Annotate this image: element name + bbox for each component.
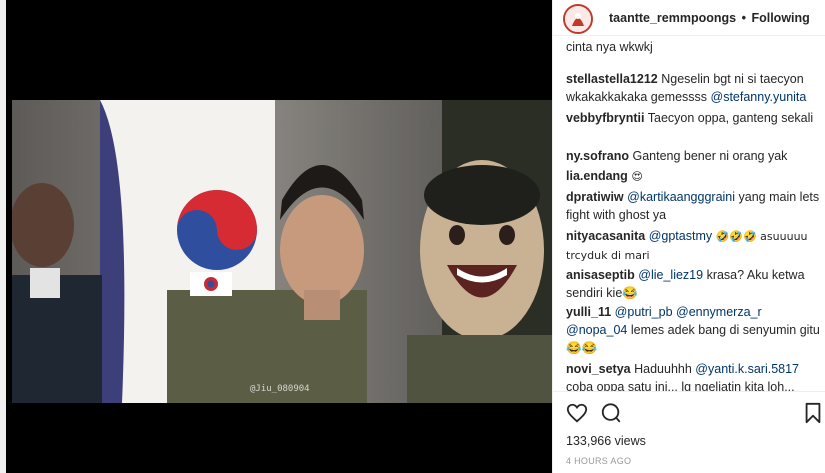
comment-text: 😍 <box>631 170 643 183</box>
comment-text: Ganteng bener ni orang yak <box>632 149 788 163</box>
comment-username[interactable]: yulli_11 <box>566 305 611 319</box>
post-panel: taantte_remmpoongs • Following cinta nya… <box>552 0 825 473</box>
avatar[interactable] <box>563 4 593 34</box>
comment-text-continued: coba oppa satu ini... lg ngeliatin kita … <box>566 380 795 391</box>
media-area: @Jiu_080904 <box>0 0 558 473</box>
avatar-image <box>565 6 591 32</box>
post-header: taantte_remmpoongs • Following <box>553 0 825 36</box>
comment-username[interactable]: vebbyfbryntii <box>566 111 645 125</box>
comment-mention[interactable]: @lie_liez19 <box>638 268 703 282</box>
view-count[interactable]: 133,966 views <box>566 434 646 448</box>
comment-text: Haduuhhh <box>634 362 692 376</box>
comment: nityacasanita @gptastmy 🤣🤣🤣 asuuuuu trcy… <box>566 227 821 265</box>
comment-username[interactable]: anisaseptib <box>566 268 635 282</box>
comment-icon[interactable] <box>600 402 622 427</box>
comment: ny.sofrano Ganteng bener ni orang yak <box>566 147 821 165</box>
comment-username[interactable]: nityacasanita <box>566 229 645 243</box>
comment-username[interactable]: stellastella1212 <box>566 72 658 86</box>
comment-username[interactable]: lia.endang <box>566 169 628 183</box>
video-player[interactable]: @Jiu_080904 <box>12 100 558 403</box>
video-watermark: @Jiu_080904 <box>250 384 310 394</box>
bookmark-icon[interactable] <box>804 402 822 427</box>
comment-mention[interactable]: @stefanny.yunita <box>711 90 807 104</box>
comment-mention[interactable]: @gptastmy <box>649 229 712 243</box>
comment: cinta nya wkwkj <box>566 38 653 56</box>
video-frame <box>12 100 558 403</box>
comment: yulli_11 @putri_pb @ennymerza_r @nopa_04… <box>566 303 821 357</box>
comment: lia.endang 😍 <box>566 167 821 186</box>
comment: dpratiwiw @kartikaangggraini yang main l… <box>566 188 821 224</box>
heart-icon[interactable] <box>566 402 588 427</box>
comment: vebbyfbryntii Taecyon oppa, ganteng seka… <box>566 109 821 127</box>
header-username-row: taantte_remmpoongs • Following <box>609 11 810 25</box>
comment-mention[interactable]: @kartikaangggraini <box>627 190 735 204</box>
comment: stellastella1212 Ngeselin bgt ni si taec… <box>566 70 821 106</box>
following-button[interactable]: Following <box>751 11 809 25</box>
action-bar: 133,966 views 4 HOURS AGO <box>553 391 825 473</box>
comment-username[interactable]: novi_setya <box>566 362 631 376</box>
username[interactable]: taantte_remmpoongs <box>609 11 736 25</box>
comment: anisaseptib @lie_liez19 krasa? Aku ketwa… <box>566 266 821 302</box>
comment-text: Taecyon oppa, ganteng sekali <box>647 111 814 125</box>
separator-dot: • <box>741 11 746 25</box>
post-timestamp[interactable]: 4 HOURS AGO <box>566 456 631 466</box>
comment-text: cinta nya wkwkj <box>566 40 653 54</box>
comment-username[interactable]: ny.sofrano <box>566 149 629 163</box>
comment-list: cinta nya wkwkj stellastella1212 Ngeseli… <box>566 36 821 391</box>
comment: novi_setya Haduuhhh @yanti.k.sari.5817 c… <box>566 360 821 391</box>
comment-mention[interactable]: @yanti.k.sari.5817 <box>695 362 799 376</box>
comment-username[interactable]: dpratiwiw <box>566 190 624 204</box>
